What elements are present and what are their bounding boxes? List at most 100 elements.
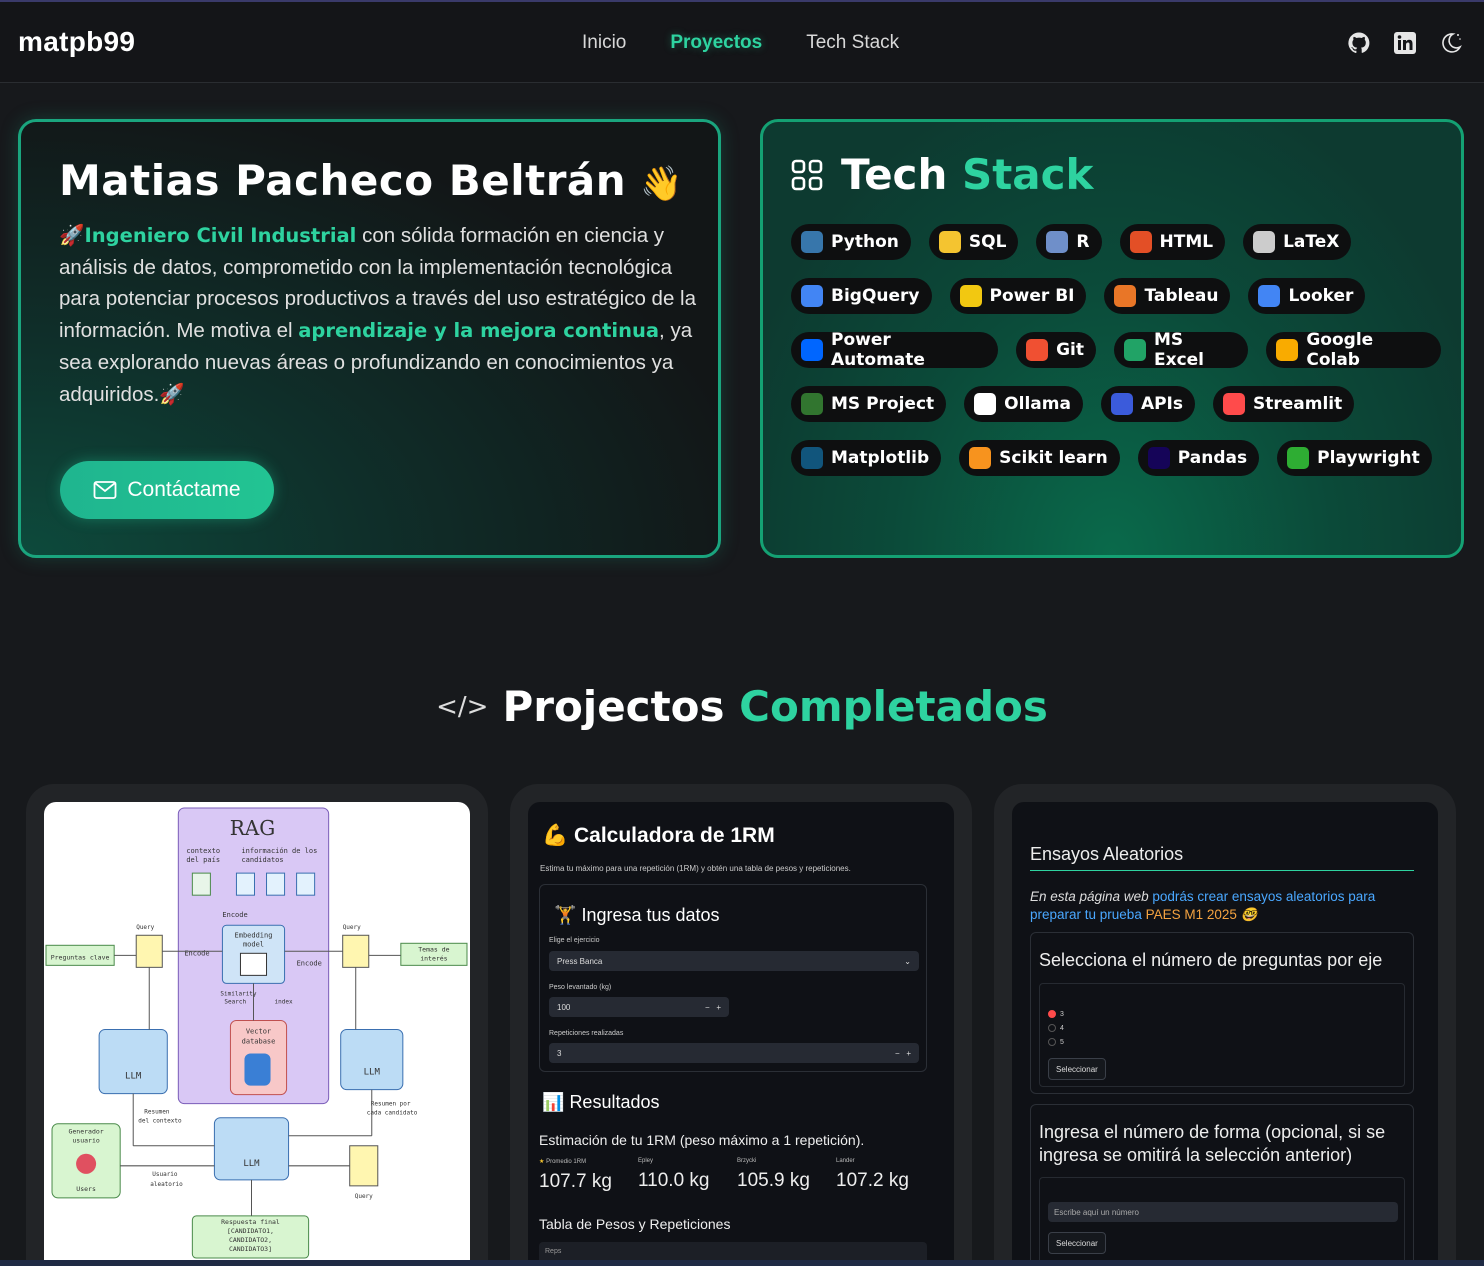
svg-text:Usuario: Usuario [152,1171,178,1178]
metric-epley: Epley 110.0 kg [638,1158,710,1191]
seleccionar-forma-button[interactable]: Seleccionar [1048,1232,1106,1254]
hero-highlight-learning: aprendizaje y la mejora continua [298,319,660,343]
svg-text:[CANDIDATO1,: [CANDIDATO1, [227,1227,274,1235]
svg-text:contexto: contexto [186,846,220,855]
radio-option-3[interactable]: 3 [1048,1010,1064,1018]
chip-tableau[interactable]: Tableau [1104,278,1231,314]
chip-row: Python SQL R HTML LaTeX [791,224,1441,260]
chip-label: MS Project [831,394,935,414]
divider [1030,870,1414,871]
contact-button[interactable]: Contáctame [60,461,274,519]
chip-label: MS Excel [1154,330,1205,370]
calc-title: 💪 Calculadora de 1RM [542,824,775,847]
chip-looker[interactable]: Looker [1248,278,1366,314]
svg-text:Query: Query [355,1193,373,1200]
chip-scikit-learn[interactable]: Scikit learn [959,440,1120,476]
pandas-icon [1147,447,1170,469]
calc-input-panel: 🏋 Ingresa tus datos Elige el ejercicio P… [539,884,927,1072]
chip-row: MS Project Ollama APIs Streamlit [791,386,1441,422]
chip-r[interactable]: R [1036,224,1102,260]
project-card-calculadora[interactable]: 💪 Calculadora de 1RM Estima tu máximo pa… [510,784,972,1264]
nav-proyectos[interactable]: Proyectos [670,32,762,54]
chip-matplotlib[interactable]: Matplotlib [791,440,942,476]
chip-apis[interactable]: APIs [1100,386,1195,422]
metric-brzycki: Brzycki 105.9 kg [737,1158,810,1191]
svg-text:del país: del país [186,855,220,864]
svg-text:Resumen: Resumen [144,1109,170,1116]
svg-text:Query: Query [136,924,154,931]
chip-playwright[interactable]: Playwright [1277,440,1432,476]
svg-text:Users: Users [76,1185,96,1193]
chip-label: Playwright [1317,448,1420,468]
linkedin-icon[interactable] [1392,30,1418,56]
chip-label: Tableau [1144,286,1219,306]
theme-toggle-icon[interactable] [1438,30,1464,56]
seleccionar-button[interactable]: Seleccionar [1048,1058,1106,1080]
radio-option-4[interactable]: 4 [1048,1024,1064,1032]
chip-label: Pandas [1177,448,1248,468]
scikit-learn-icon [969,447,992,469]
nav-inicio[interactable]: Inicio [582,32,626,54]
looker-icon [1258,285,1281,307]
metric-lander: Lander 107.2 kg [836,1158,909,1191]
bar-chart-icon: 📊 [542,1092,565,1112]
project-card-ensayos[interactable]: Ensayos Aleatorios En esta página web po… [994,784,1456,1264]
preguntas-panel: Selecciona el número de preguntas por ej… [1030,932,1414,1094]
chip-label: Scikit learn [999,448,1108,468]
svg-text:database: database [242,1037,276,1046]
chip-row: Power Automate Git MS Excel Google Colab [791,330,1441,370]
forma-panel: Ingresa el número de forma (opcional, si… [1030,1104,1414,1264]
nerd-face-icon: 🤓 [1240,907,1258,922]
projects-heading: </> Projectos Completados [436,682,1048,731]
flexed-biceps-icon: 💪 [542,824,569,847]
chip-streamlit[interactable]: Streamlit [1213,386,1355,422]
nav-tech-stack[interactable]: Tech Stack [806,32,899,54]
google-colab-icon [1276,339,1299,361]
mail-icon [93,481,117,499]
svg-text:interés: interés [420,954,447,962]
preguntas-heading: Selecciona el número de preguntas por ej… [1039,950,1383,970]
svg-text:información de los: información de los [241,846,317,855]
chip-label: HTML [1159,232,1214,252]
forma-heading: Ingresa el número de forma (opcional, si… [1039,1122,1386,1165]
svg-text:Generador: Generador [68,1128,103,1136]
main-nav: Inicio Proyectos Tech Stack [582,32,899,54]
dumbbell-icon: 🏋 [554,905,577,925]
github-icon[interactable] [1346,30,1372,56]
ejercicio-select[interactable]: Press Banca ⌄ [549,951,919,971]
chip-power-automate[interactable]: Power Automate [791,330,999,370]
chip-latex[interactable]: LaTeX [1243,224,1352,260]
reps-label: Repeticiones realizadas [549,1030,624,1037]
chip-power-bi[interactable]: Power BI [949,278,1087,314]
chip-google-colab[interactable]: Google Colab [1266,330,1441,370]
chip-git[interactable]: Git [1016,332,1096,368]
chip-bigquery[interactable]: BigQuery [791,278,932,314]
svg-text:usuario: usuario [72,1137,99,1145]
hero-card: Matias Pacheco Beltrán 👋 🚀Ingeniero Civil… [18,119,721,558]
svg-text:LLM: LLM [364,1068,381,1078]
estimation-text: Estimación de tu 1RM (peso máximo a 1 re… [539,1132,865,1148]
chip-ms-excel[interactable]: MS Excel [1114,330,1249,370]
power-bi-icon [959,285,982,307]
bottom-edge [0,1260,1484,1266]
hero-highlight-role: Ingeniero Civil Industrial [84,224,357,247]
chip-html[interactable]: HTML [1119,224,1226,260]
radio-option-5[interactable]: 5 [1048,1038,1064,1046]
rag-diagram-svg: RAG contextodel país información de losc… [45,807,468,1259]
brand-logo[interactable]: matpb99 [18,26,135,58]
calc-screenshot: 💪 Calculadora de 1RM Estima tu máximo pa… [528,802,954,1264]
forma-number-input[interactable]: Escribe aquí un número [1048,1202,1398,1222]
chip-label: Ollama [1004,394,1071,414]
results-title: 📊 Resultados [542,1092,660,1112]
peso-input[interactable]: 100− + [549,997,729,1017]
bigquery-icon [801,285,823,307]
chip-ollama[interactable]: Ollama [964,386,1083,422]
project-card-rag[interactable]: RAG contexto del país información de los c… [26,784,488,1264]
chip-python[interactable]: Python [791,224,911,260]
reps-input[interactable]: 3− + [549,1043,919,1063]
chip-sql[interactable]: SQL [928,224,1019,260]
chip-ms-project[interactable]: MS Project [791,386,947,422]
peso-label: Peso levantado (kg) [549,984,612,991]
chip-label: R [1076,232,1090,252]
chip-pandas[interactable]: Pandas [1137,440,1260,476]
